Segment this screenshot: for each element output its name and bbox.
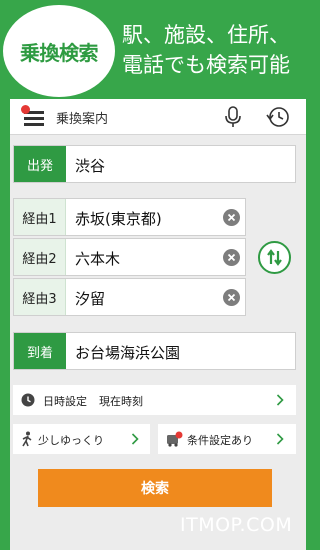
app-screen: 乗換案内 出発 渋谷 経由1 赤坂(東京都) 経由2 六本木 経由3 汐留 到着… bbox=[10, 99, 306, 550]
via2-station-value: 六本木 bbox=[75, 250, 121, 268]
chevron-right-icon bbox=[131, 433, 139, 445]
search-button[interactable]: 検索 bbox=[38, 469, 272, 507]
hamburger-menu-icon[interactable] bbox=[21, 105, 46, 127]
tagline-line-1: 駅、施設、住所、 bbox=[122, 23, 290, 47]
clear-icon[interactable] bbox=[223, 209, 240, 226]
app-title: 乗換案内 bbox=[56, 112, 109, 127]
walking-speed-option[interactable]: 少しゆっくり bbox=[13, 424, 150, 454]
promo-tagline: 駅、施設、住所、 電話でも検索可能 bbox=[122, 20, 308, 80]
watermark-text: ITMOP.COM bbox=[180, 514, 293, 536]
bus-conditions-icon bbox=[167, 431, 183, 447]
tagline-line-2: 電話でも検索可能 bbox=[122, 53, 290, 77]
to-label: 到着 bbox=[14, 333, 66, 369]
from-label: 出発 bbox=[14, 146, 66, 182]
from-station-value: 渋谷 bbox=[75, 157, 106, 175]
walking-person-icon bbox=[22, 431, 32, 447]
to-station-value: お台場海浜公園 bbox=[75, 344, 181, 362]
via-station-field-3[interactable]: 経由3 汐留 bbox=[13, 278, 246, 316]
via-station-field-2[interactable]: 経由2 六本木 bbox=[13, 238, 246, 276]
via3-label: 経由3 bbox=[14, 279, 66, 315]
clear-icon[interactable] bbox=[223, 289, 240, 306]
via1-label: 経由1 bbox=[14, 199, 66, 235]
search-conditions-option[interactable]: 条件設定あり bbox=[158, 424, 296, 454]
clear-icon[interactable] bbox=[223, 249, 240, 266]
notification-dot bbox=[21, 105, 30, 114]
via1-station-value: 赤坂(東京都) bbox=[75, 210, 162, 228]
swap-arrows-icon[interactable] bbox=[258, 241, 291, 274]
promo-badge: 乗換検索 bbox=[3, 5, 115, 97]
search-conditions-label: 条件設定あり bbox=[187, 434, 253, 447]
from-station-field[interactable]: 出発 渋谷 bbox=[13, 145, 296, 183]
chevron-right-icon bbox=[276, 394, 284, 406]
datetime-label: 日時設定 bbox=[43, 395, 87, 408]
via3-station-value: 汐留 bbox=[75, 290, 106, 308]
history-clock-icon[interactable] bbox=[265, 105, 291, 129]
promo-banner: 乗換検索 駅、施設、住所、 電話でも検索可能 bbox=[0, 0, 310, 98]
datetime-setting-row[interactable]: 日時設定 現在時刻 bbox=[13, 385, 296, 415]
chevron-right-icon bbox=[276, 433, 284, 445]
microphone-icon[interactable] bbox=[223, 105, 243, 129]
to-station-field[interactable]: 到着 お台場海浜公園 bbox=[13, 332, 296, 370]
walking-speed-label: 少しゆっくり bbox=[38, 434, 104, 447]
app-toolbar: 乗換案内 bbox=[10, 99, 306, 135]
via-station-field-1[interactable]: 経由1 赤坂(東京都) bbox=[13, 198, 246, 236]
clock-icon bbox=[21, 393, 35, 407]
via2-label: 経由2 bbox=[14, 239, 66, 275]
promo-badge-text: 乗換検索 bbox=[20, 40, 99, 65]
datetime-value: 現在時刻 bbox=[99, 395, 143, 408]
